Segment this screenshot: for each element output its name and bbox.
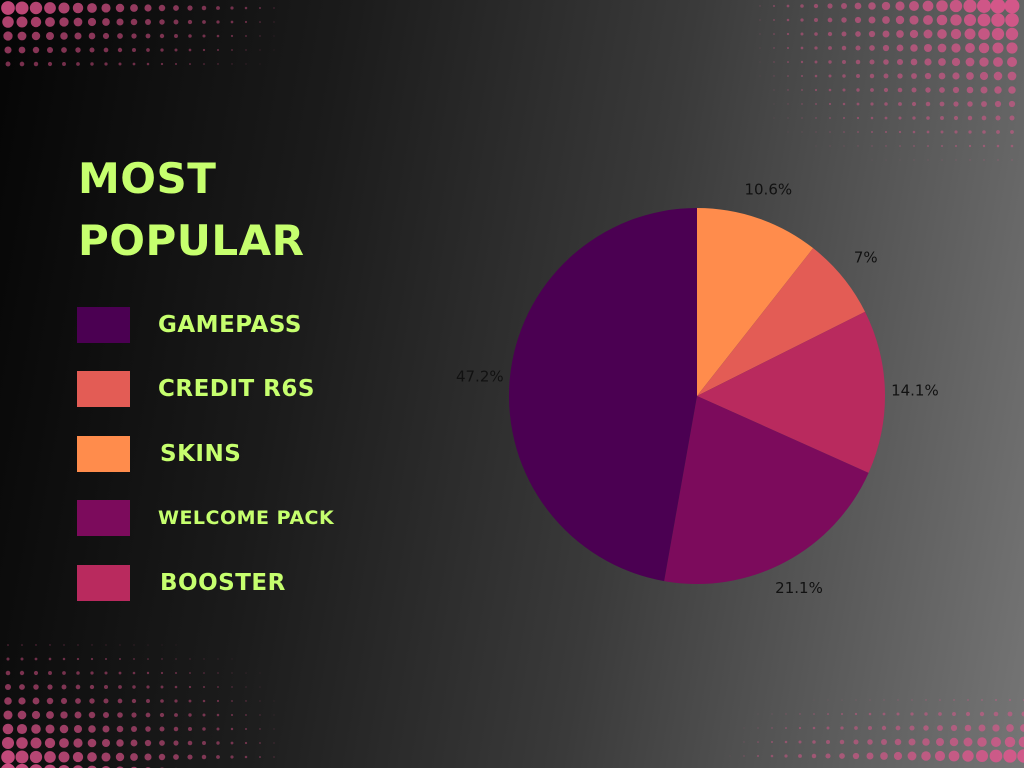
pie-slice-gamepass [508, 208, 697, 582]
pie-label-skins: 10.6% [744, 181, 792, 199]
pie-label-booster: 14.1% [891, 382, 939, 400]
pie-label-gamepass: 47.2% [456, 367, 504, 385]
pie-label-credit-r6s: 7% [854, 249, 878, 267]
pie-chart: 10.6% 7% 14.1% 21.1% 47.2% [456, 181, 939, 598]
pie-label-welcome-pack: 21.1% [775, 579, 823, 597]
